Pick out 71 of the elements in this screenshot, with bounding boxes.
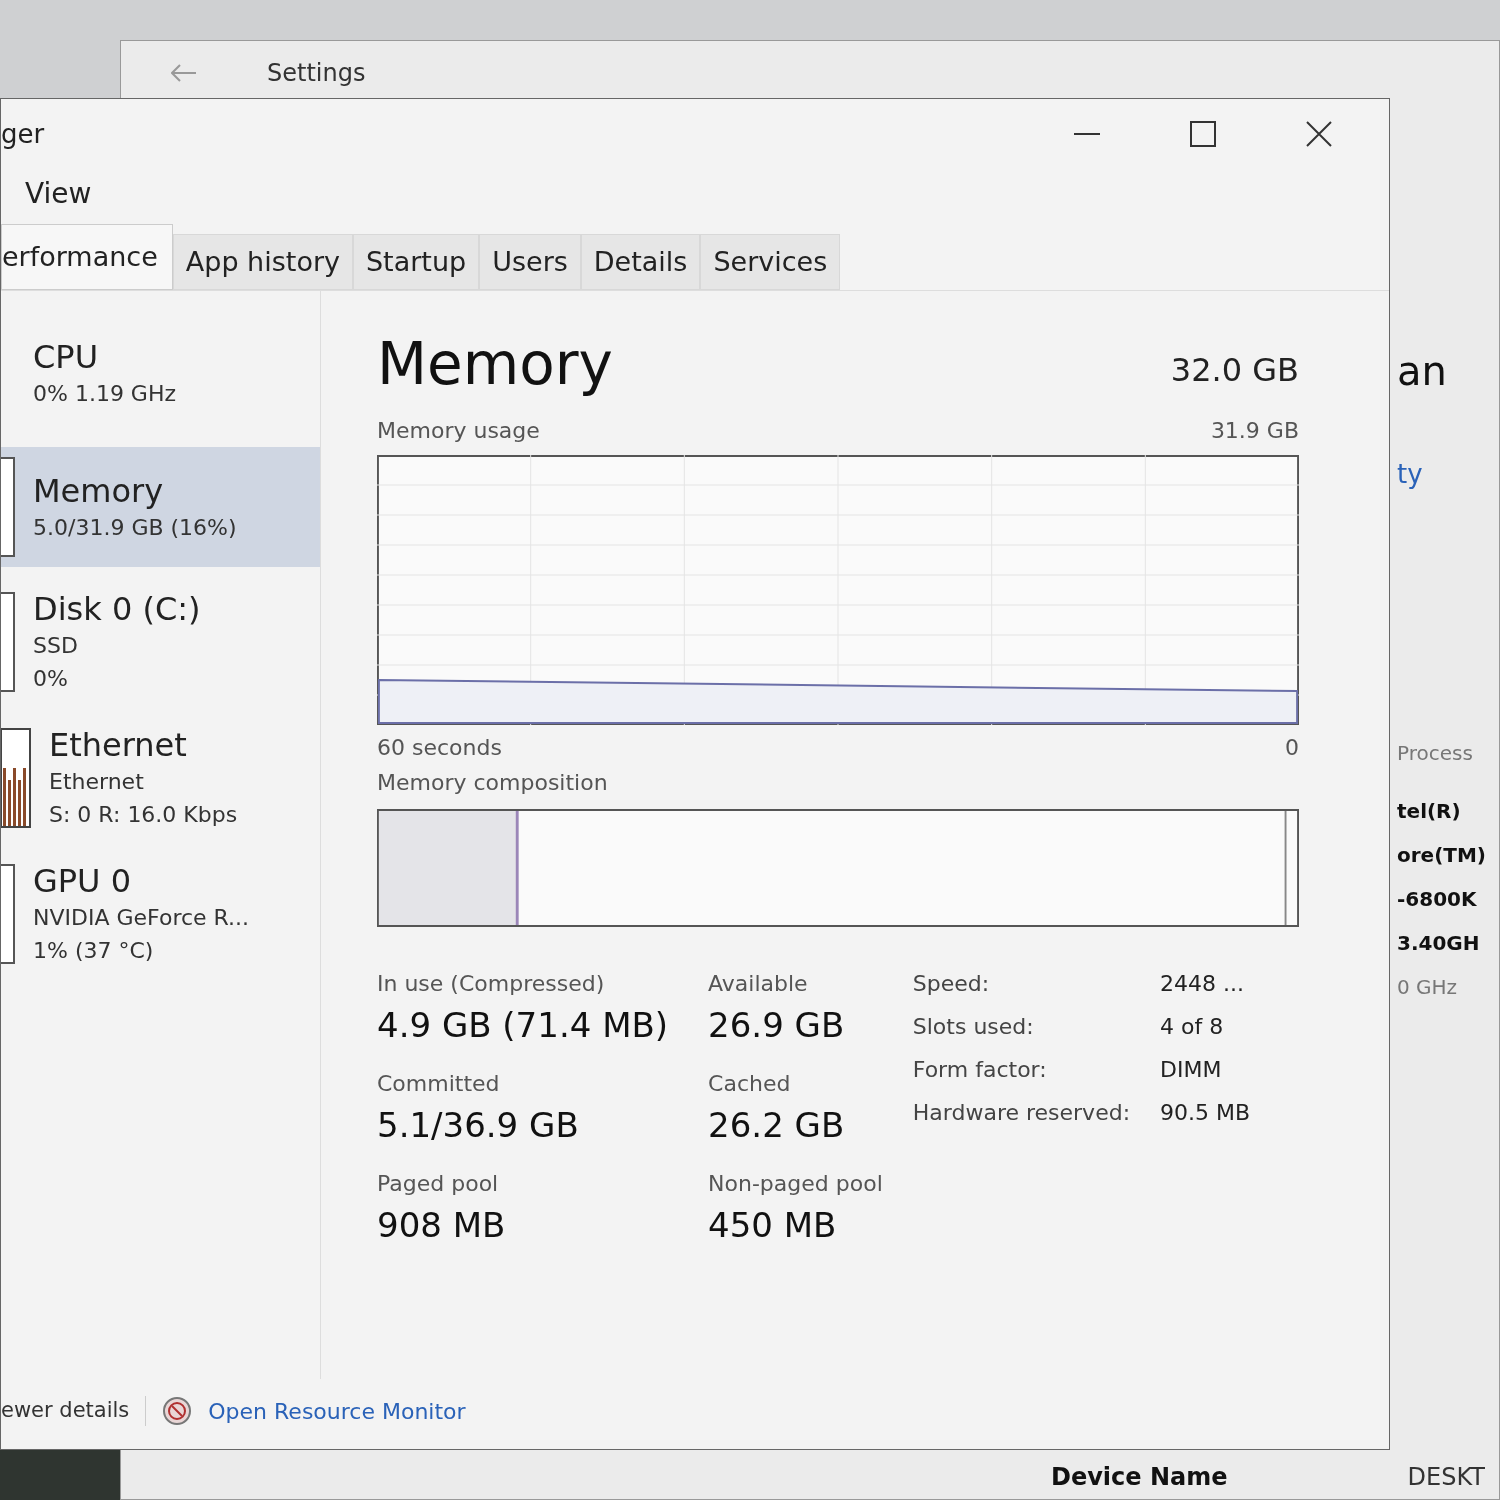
tab[interactable]: Services <box>700 234 841 290</box>
resource-title: Memory <box>33 470 165 511</box>
sidebar-item[interactable]: GPU 0 NVIDIA GeForce R... 1% (37 °C) <box>1 853 320 975</box>
resource-monitor-icon <box>162 1396 193 1426</box>
close-icon <box>1306 121 1332 147</box>
stat-value: 908 MB <box>377 1204 507 1247</box>
chart-label: Memory composition <box>377 769 609 797</box>
background-text: tel(R) <box>1397 798 1462 825</box>
axis-min-label: 0 <box>1285 734 1299 762</box>
resource-detail: SSD <box>33 632 79 660</box>
tab[interactable]: Users <box>479 234 581 290</box>
background-text: Device Name <box>1051 1462 1228 1493</box>
resource-detail: 0% 1.19 GHz <box>33 379 176 408</box>
total-memory: 32.0 GB <box>1170 350 1299 391</box>
stat-label: In use (Compressed) <box>377 970 606 998</box>
info-label: Hardware reserved: <box>912 1099 1131 1127</box>
resource-detail: S: 0 R: 16.0 Kbps <box>49 801 238 829</box>
info-label: Speed: <box>912 970 991 998</box>
stat-value: 26.9 GB <box>708 1004 846 1047</box>
back-arrow-icon[interactable] <box>171 64 197 82</box>
background-text: DESKT <box>1407 1462 1485 1493</box>
resource-title: GPU 0 <box>33 861 133 901</box>
info-label: Form factor: <box>912 1056 1048 1084</box>
resource-detail: 1% (37 °C) <box>33 937 155 965</box>
sidebar-item[interactable]: Disk 0 (C:) SSD 0% <box>1 581 320 703</box>
fewer-details-link[interactable]: ewer details <box>1 1395 130 1427</box>
resource-detail: Ethernet <box>49 768 145 796</box>
stat-value: 26.2 GB <box>708 1104 846 1147</box>
info-value: DIMM <box>1160 1056 1223 1084</box>
tab[interactable]: Details <box>580 234 701 290</box>
tab[interactable]: Startup <box>353 234 480 290</box>
info-value: 2448 ... <box>1160 970 1246 998</box>
sidebar-item[interactable]: Memory 5.0/31.9 GB (16%) <box>1 447 320 567</box>
stat-value: 450 MB <box>708 1204 838 1247</box>
resource-title: Disk 0 (C:) <box>33 589 201 629</box>
stat-value: 4.9 GB (71.4 MB) <box>377 1004 669 1047</box>
tab[interactable]: App history <box>172 234 353 290</box>
page-title: Memory <box>377 329 613 400</box>
stat-label: Cached <box>708 1070 792 1098</box>
background-text: Process <box>1397 740 1474 767</box>
info-label: Slots used: <box>912 1013 1035 1041</box>
chart-label: Memory usage <box>377 417 540 445</box>
minimize-icon <box>1074 133 1100 135</box>
open-resource-monitor-link[interactable]: Open Resource Monitor <box>208 1394 466 1428</box>
axis-max-label: 31.9 GB <box>1210 417 1299 445</box>
stat-label: Non-paged pool <box>708 1170 883 1198</box>
background-text: ty <box>1397 458 1424 491</box>
resource-title: Ethernet <box>49 725 188 765</box>
sidebar-item[interactable]: Ethernet Ethernet S: 0 R: 16.0 Kbps <box>1 717 320 839</box>
stat-label: Paged pool <box>377 1170 500 1198</box>
resource-detail: 5.0/31.9 GB (16%) <box>33 513 237 542</box>
stat-value: 5.1/36.9 GB <box>377 1104 580 1147</box>
maximize-icon <box>1190 121 1216 147</box>
info-value: 90.5 MB <box>1160 1099 1251 1127</box>
window-title: ger <box>1 117 45 151</box>
stat-label: Committed <box>377 1070 501 1098</box>
sidebar-item[interactable]: CPU 0% 1.19 GHz <box>1 313 320 433</box>
info-value: 4 of 8 <box>1160 1013 1225 1041</box>
background-text: ore(TM) <box>1397 842 1486 869</box>
background-text: 3.40GH <box>1397 930 1481 957</box>
window-title: Settings <box>267 58 366 89</box>
resource-title: CPU <box>33 336 100 377</box>
resource-detail: NVIDIA GeForce R... <box>33 904 250 932</box>
stat-label: Available <box>708 970 809 998</box>
background-text: an <box>1397 347 1448 396</box>
time-span-label: 60 seconds <box>377 734 502 762</box>
background-text: -6800K <box>1397 886 1478 913</box>
resource-detail: 0% <box>33 665 69 693</box>
tab[interactable]: erformance <box>1 224 173 290</box>
menu-item[interactable]: View <box>25 173 92 215</box>
background-text: 0 GHz <box>1397 974 1459 1001</box>
